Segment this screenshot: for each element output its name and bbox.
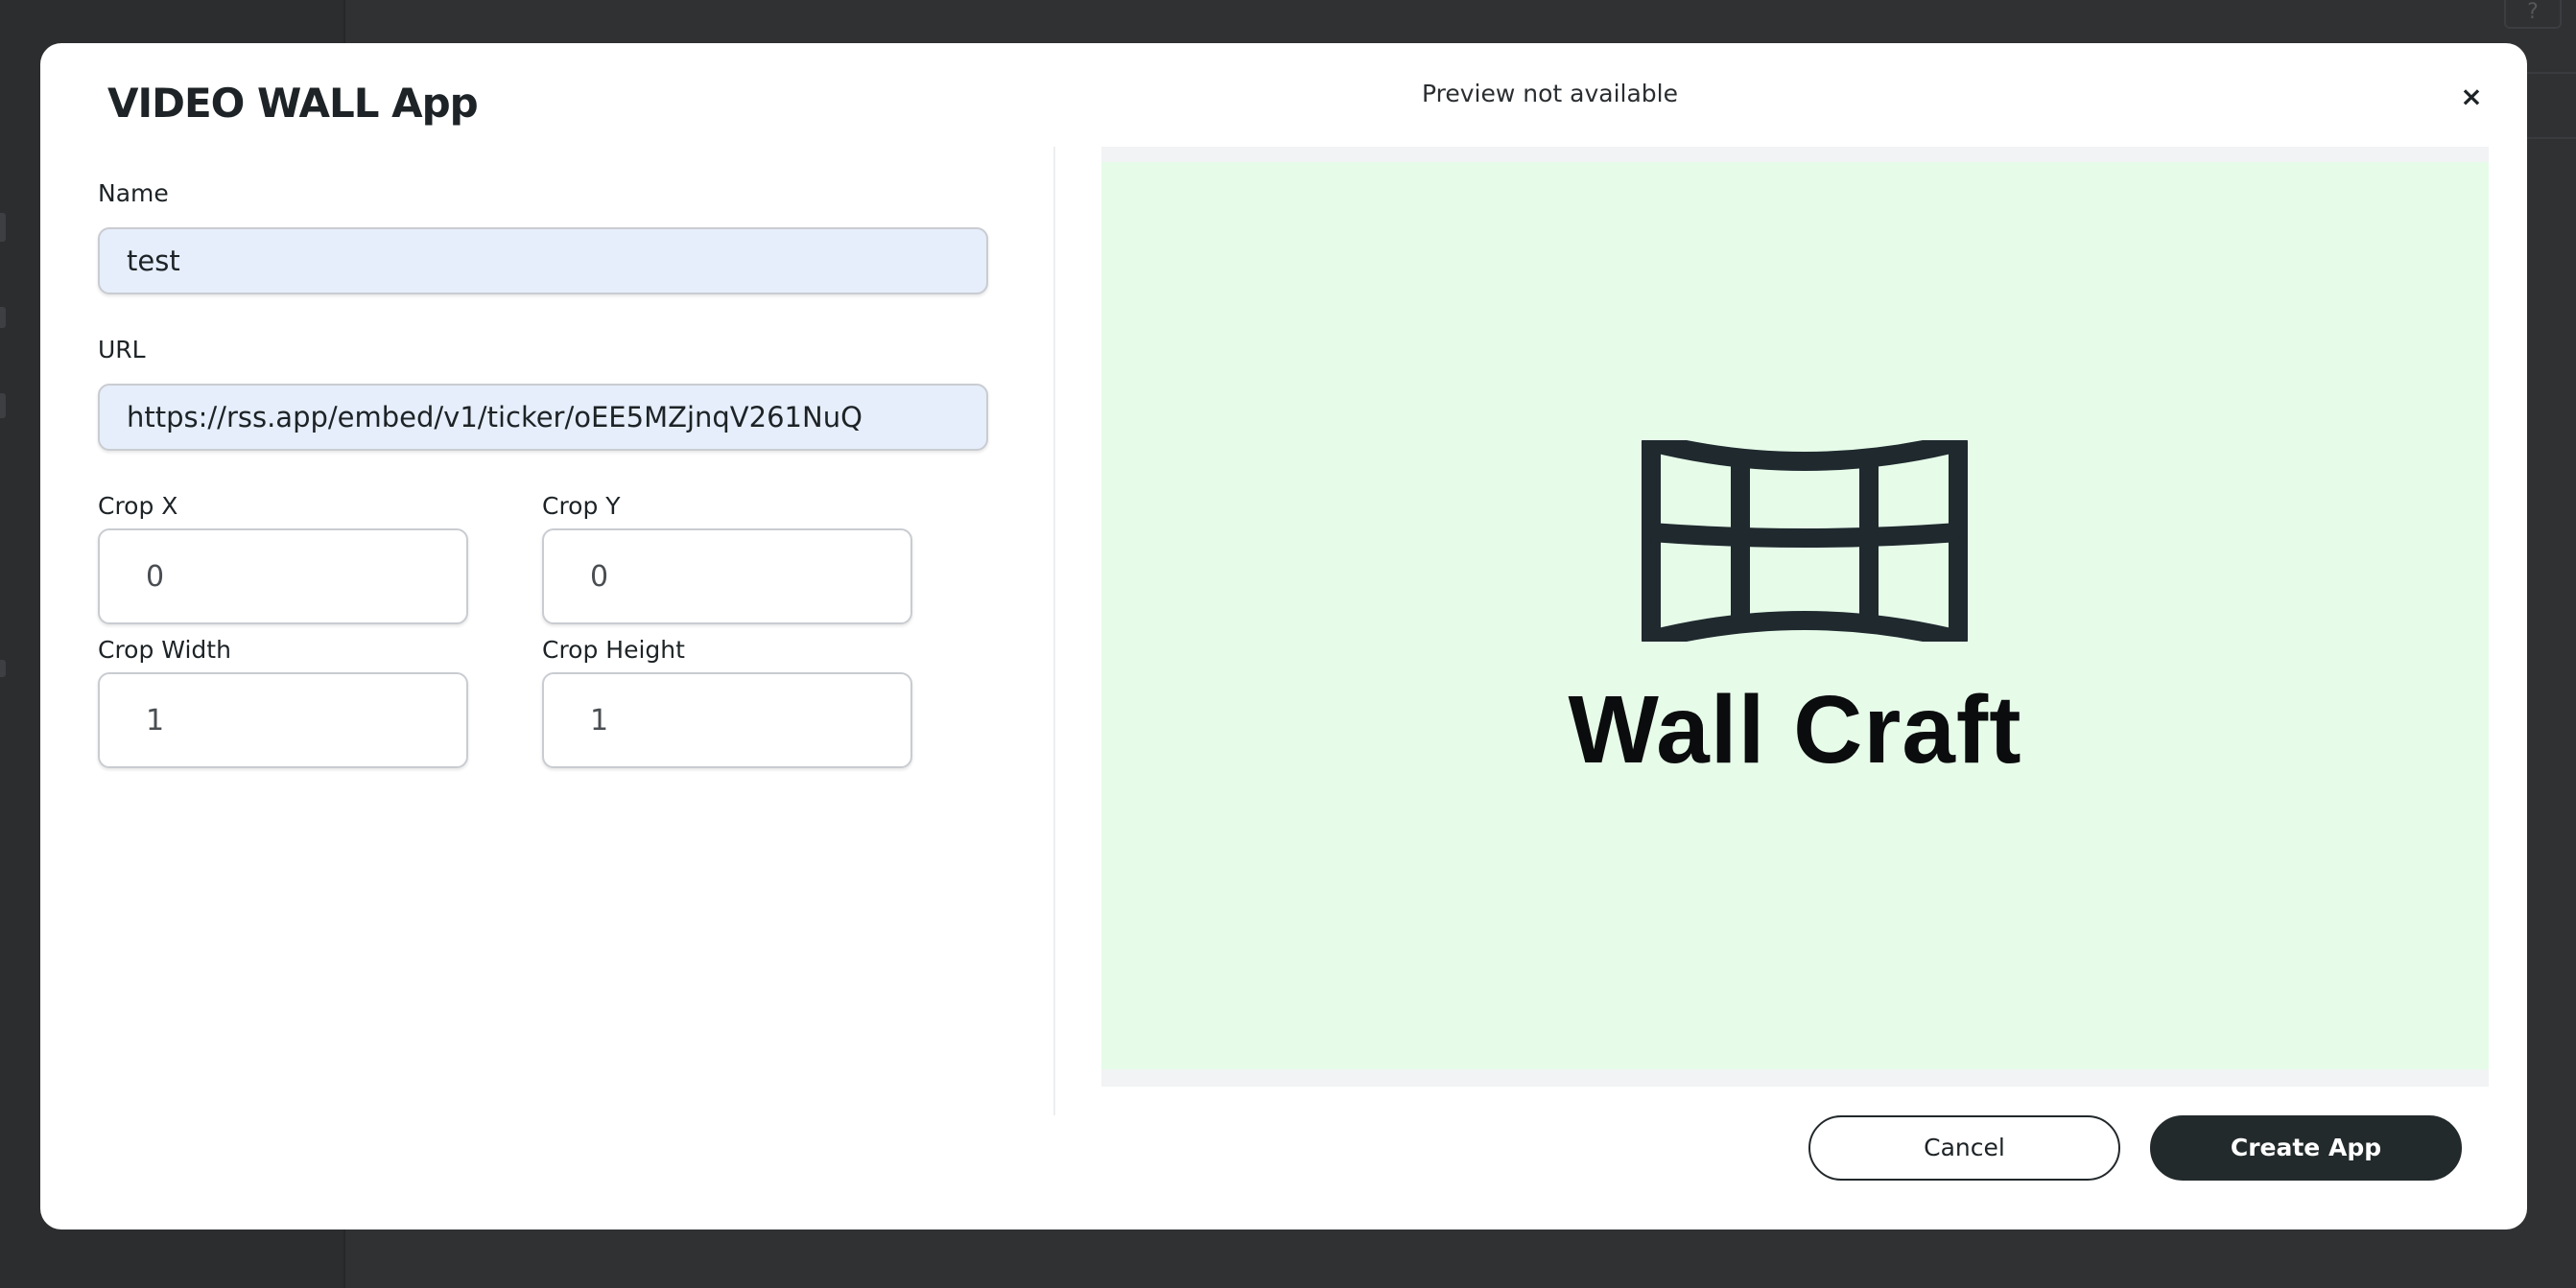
crop-height-input[interactable] [542, 672, 912, 768]
crop-y-label: Crop Y [542, 492, 621, 520]
create-app-button[interactable]: Create App [2150, 1115, 2462, 1181]
background-panel-edge [2521, 72, 2576, 139]
background-marker [0, 660, 6, 677]
preview-panel: Wall Craft [1101, 147, 2489, 1087]
preview-status-text: Preview not available [1422, 80, 1678, 107]
wall-craft-logo-text: Wall Craft [1568, 676, 2022, 784]
background-marker [0, 307, 6, 328]
crop-y-input[interactable] [542, 528, 912, 624]
panel-divider [1053, 147, 1055, 1115]
crop-x-input[interactable] [98, 528, 468, 624]
url-label: URL [98, 336, 146, 363]
preview-placeholder: Wall Craft [1101, 162, 2489, 1069]
name-input[interactable] [98, 227, 988, 294]
background-marker [0, 213, 6, 242]
crop-width-label: Crop Width [98, 636, 231, 664]
dialog-title: VIDEO WALL App [107, 80, 479, 127]
video-wall-icon [1642, 433, 1968, 649]
crop-height-label: Crop Height [542, 636, 685, 664]
url-input[interactable] [98, 384, 988, 451]
close-button[interactable]: × [2450, 76, 2493, 118]
crop-x-label: Crop X [98, 492, 178, 520]
create-app-dialog: VIDEO WALL App Preview not available × N… [40, 43, 2527, 1229]
crop-width-input[interactable] [98, 672, 468, 768]
background-marker [0, 393, 6, 418]
background-help-button: ? [2504, 0, 2562, 29]
name-label: Name [98, 179, 169, 207]
cancel-button[interactable]: Cancel [1808, 1115, 2120, 1181]
